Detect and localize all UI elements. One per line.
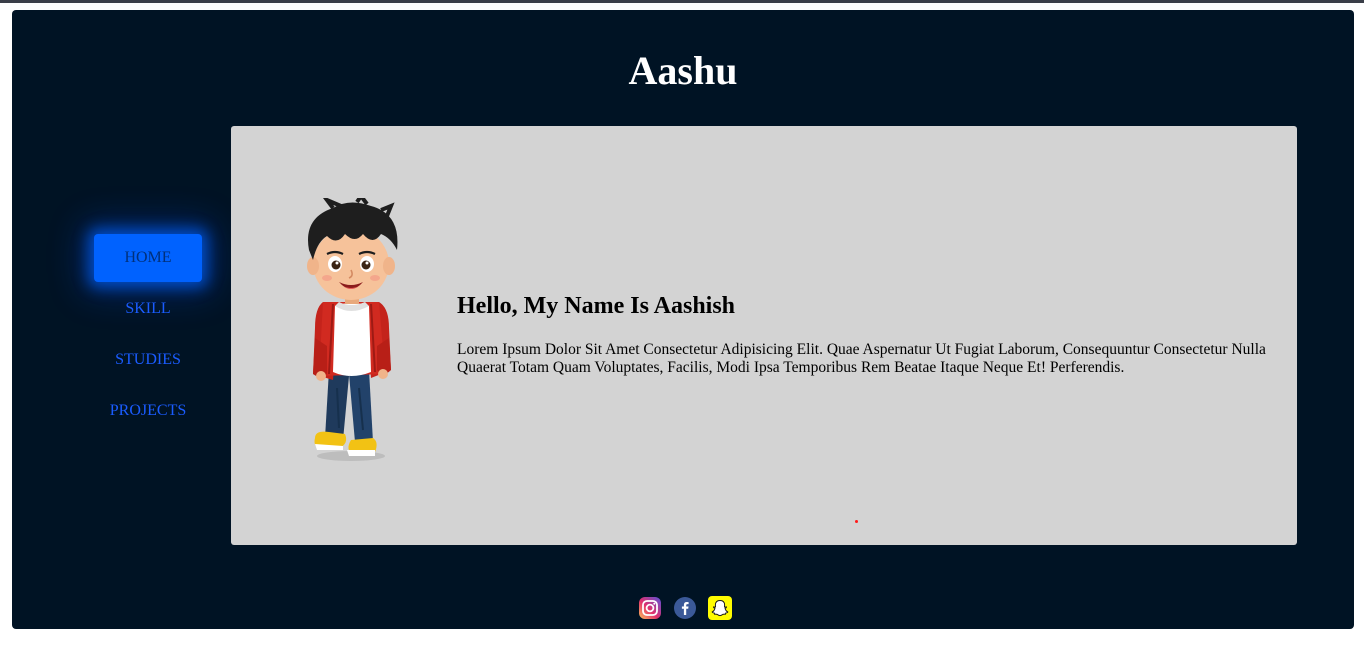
instagram-icon[interactable] <box>638 596 662 620</box>
nav-item-home[interactable]: HOME <box>94 234 202 282</box>
intro-card: Hello, My Name Is Aashish Lorem Ipsum Do… <box>231 126 1297 545</box>
cartoon-boy-image <box>307 198 398 461</box>
nav-item-studies[interactable]: STUDIES <box>94 336 202 384</box>
page-container: Aashu HOME SKILL STUDIES PROJECTS Hello,… <box>12 10 1354 629</box>
browser-top-line <box>0 0 1364 3</box>
snapchat-icon[interactable] <box>708 596 732 620</box>
social-links <box>638 596 732 620</box>
side-navigation: HOME SKILL STUDIES PROJECTS <box>94 234 202 438</box>
facebook-icon[interactable] <box>673 596 697 620</box>
intro-paragraph: Lorem Ipsum Dolor Sit Amet Consectetur A… <box>457 341 1266 376</box>
site-title: Aashu <box>628 48 738 93</box>
nav-item-projects[interactable]: PROJECTS <box>94 387 202 435</box>
nav-item-skill[interactable]: SKILL <box>94 285 202 333</box>
red-dot-indicator <box>855 520 858 523</box>
intro-heading: Hello, My Name Is Aashish <box>457 293 736 319</box>
